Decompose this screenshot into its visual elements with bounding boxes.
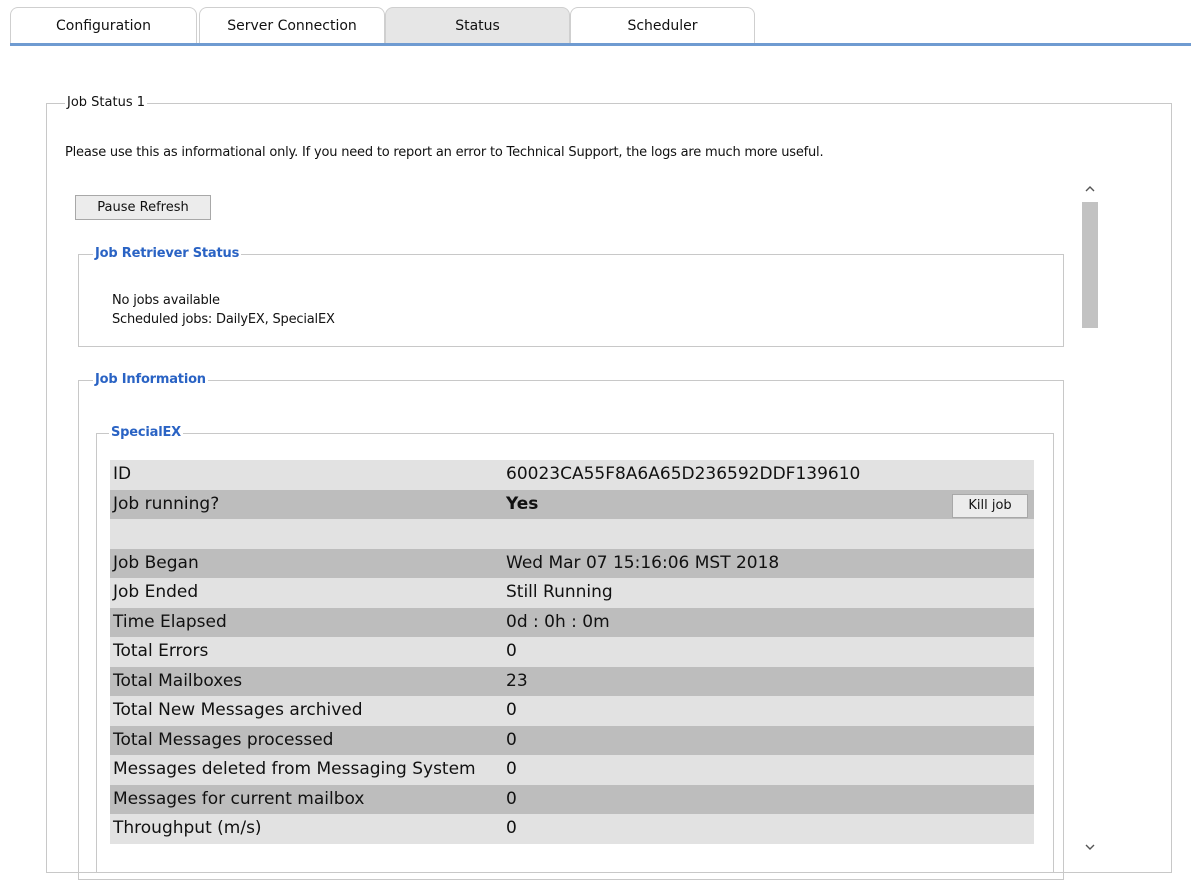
chevron-up-icon[interactable] bbox=[1079, 178, 1101, 200]
table-row: Time Elapsed 0d : 0h : 0m bbox=[110, 607, 1034, 637]
table-row: ID 60023CA55F8A6A65D236592DDF139610 bbox=[110, 460, 1034, 490]
row-key: Total Errors bbox=[113, 641, 209, 661]
tab-label: Status bbox=[455, 17, 500, 34]
vertical-scrollbar[interactable] bbox=[1079, 178, 1101, 858]
row-key: Total Mailboxes bbox=[113, 670, 243, 691]
table-row: Messages for current mailbox 0 bbox=[110, 784, 1034, 814]
job-status-legend: Job Status 1 bbox=[65, 95, 147, 111]
row-value: 0 bbox=[506, 788, 517, 809]
pause-refresh-button[interactable]: Pause Refresh bbox=[75, 195, 211, 220]
job-details-table: ID 60023CA55F8A6A65D236592DDF139610 Job r… bbox=[110, 460, 1034, 844]
tab-label: Server Connection bbox=[227, 17, 357, 34]
kill-job-button[interactable]: Kill job bbox=[952, 493, 1028, 518]
row-value: 23 bbox=[506, 670, 528, 691]
table-row: Total New Messages archived 0 bbox=[110, 696, 1034, 726]
job-retriever-fieldset: Job Retriever Status bbox=[78, 246, 1064, 347]
row-value: 60023CA55F8A6A65D236592DDF139610 bbox=[506, 464, 861, 484]
row-key: Throughput (m/s) bbox=[113, 818, 262, 838]
table-row: Total Messages processed 0 bbox=[110, 725, 1034, 755]
row-key: Time Elapsed bbox=[113, 611, 227, 632]
row-key: ID bbox=[113, 464, 132, 484]
table-row: Messages deleted from Messaging System 0 bbox=[110, 755, 1034, 785]
row-key: Job running? bbox=[113, 493, 220, 514]
job-information-legend: Job Information bbox=[93, 372, 208, 388]
row-value: Wed Mar 07 15:16:06 MST 2018 bbox=[506, 552, 780, 573]
row-key: Total New Messages archived bbox=[113, 700, 363, 720]
info-message: Please use this as informational only. I… bbox=[65, 145, 824, 160]
row-value: 0 bbox=[506, 759, 517, 779]
tab-server-connection[interactable]: Server Connection bbox=[199, 7, 385, 43]
scrollbar-thumb[interactable] bbox=[1082, 202, 1098, 328]
tab-label: Configuration bbox=[56, 17, 151, 34]
table-row: Total Errors 0 bbox=[110, 637, 1034, 667]
special-ex-legend: SpecialEX bbox=[109, 425, 183, 441]
row-value: 0 bbox=[506, 641, 517, 661]
retriever-status-line: No jobs available bbox=[112, 293, 220, 308]
tab-label: Scheduler bbox=[627, 17, 698, 34]
tab-scheduler[interactable]: Scheduler bbox=[570, 7, 755, 43]
row-value: 0d : 0h : 0m bbox=[506, 611, 610, 632]
table-row: Job Ended Still Running bbox=[110, 578, 1034, 608]
row-value: Still Running bbox=[506, 582, 613, 602]
table-row: Throughput (m/s) 0 bbox=[110, 814, 1034, 844]
tab-configuration[interactable]: Configuration bbox=[10, 7, 197, 43]
tab-status[interactable]: Status bbox=[385, 7, 570, 43]
row-key: Messages deleted from Messaging System bbox=[113, 759, 476, 779]
chevron-down-icon[interactable] bbox=[1079, 836, 1101, 858]
table-row bbox=[110, 519, 1034, 549]
table-row: Total Mailboxes 23 bbox=[110, 666, 1034, 696]
row-value: Yes bbox=[506, 493, 539, 514]
row-value: 0 bbox=[506, 700, 517, 720]
row-value: 0 bbox=[506, 818, 517, 838]
retriever-scheduled-line: Scheduled jobs: DailyEX, SpecialEX bbox=[112, 312, 335, 327]
table-row: Job running? Yes Kill job bbox=[110, 489, 1034, 519]
job-retriever-legend: Job Retriever Status bbox=[93, 246, 242, 262]
row-key: Total Messages processed bbox=[113, 729, 334, 750]
row-key: Job Began bbox=[113, 552, 199, 573]
tab-underline bbox=[10, 43, 1191, 46]
row-key: Messages for current mailbox bbox=[113, 788, 365, 809]
tab-bar: Configuration Server Connection Status S… bbox=[0, 0, 1191, 46]
table-row: Job Began Wed Mar 07 15:16:06 MST 2018 bbox=[110, 548, 1034, 578]
row-key: Job Ended bbox=[113, 582, 199, 602]
row-value: 0 bbox=[506, 729, 517, 750]
